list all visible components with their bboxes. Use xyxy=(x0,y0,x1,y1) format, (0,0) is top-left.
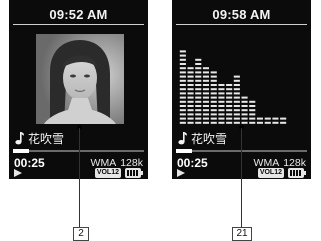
spectrum-band xyxy=(249,100,256,124)
battery-icon xyxy=(125,168,143,178)
spectrum-band xyxy=(179,50,186,124)
spectrum-band xyxy=(218,84,225,124)
spectrum-band xyxy=(264,117,271,124)
spectrum-band xyxy=(202,67,209,124)
play-icon xyxy=(14,169,22,177)
track-row: 花吹雪 xyxy=(14,131,65,146)
track-title: 花吹雪 xyxy=(191,131,228,146)
track-row: 花吹雪 xyxy=(177,131,228,146)
music-note-icon xyxy=(15,132,24,145)
spectrum-band xyxy=(226,84,233,124)
progress-fill xyxy=(13,149,29,153)
battery-icon xyxy=(288,168,306,178)
spectrum-band xyxy=(256,117,263,124)
clock: 09:58 AM xyxy=(212,7,271,22)
volume-badge: VOL12 xyxy=(257,168,284,178)
elapsed-time: 00:25 xyxy=(177,156,208,170)
album-art xyxy=(36,34,124,124)
album-art-portrait xyxy=(36,34,124,124)
spectrum-band xyxy=(241,96,248,124)
spectrum-band xyxy=(272,117,279,124)
callout-line xyxy=(79,128,80,227)
clock: 09:52 AM xyxy=(49,7,108,22)
volume-badge: VOL12 xyxy=(94,168,121,178)
callout-line xyxy=(241,128,242,227)
spectrum-band xyxy=(195,58,202,124)
header-divider xyxy=(13,24,144,25)
spectrum-band xyxy=(280,117,287,124)
callout-label: 21 xyxy=(232,227,252,241)
spectrum-band xyxy=(210,71,217,124)
elapsed-time: 00:25 xyxy=(14,156,45,170)
track-title: 花吹雪 xyxy=(28,131,65,146)
progress-fill xyxy=(176,149,192,153)
play-icon xyxy=(177,169,185,177)
spectrum-band xyxy=(233,75,240,124)
music-note-icon xyxy=(178,132,187,145)
spectrum-band xyxy=(187,67,194,124)
callout-label: 2 xyxy=(73,227,89,241)
header-divider xyxy=(176,24,307,25)
spectrum-analyzer xyxy=(179,50,287,124)
